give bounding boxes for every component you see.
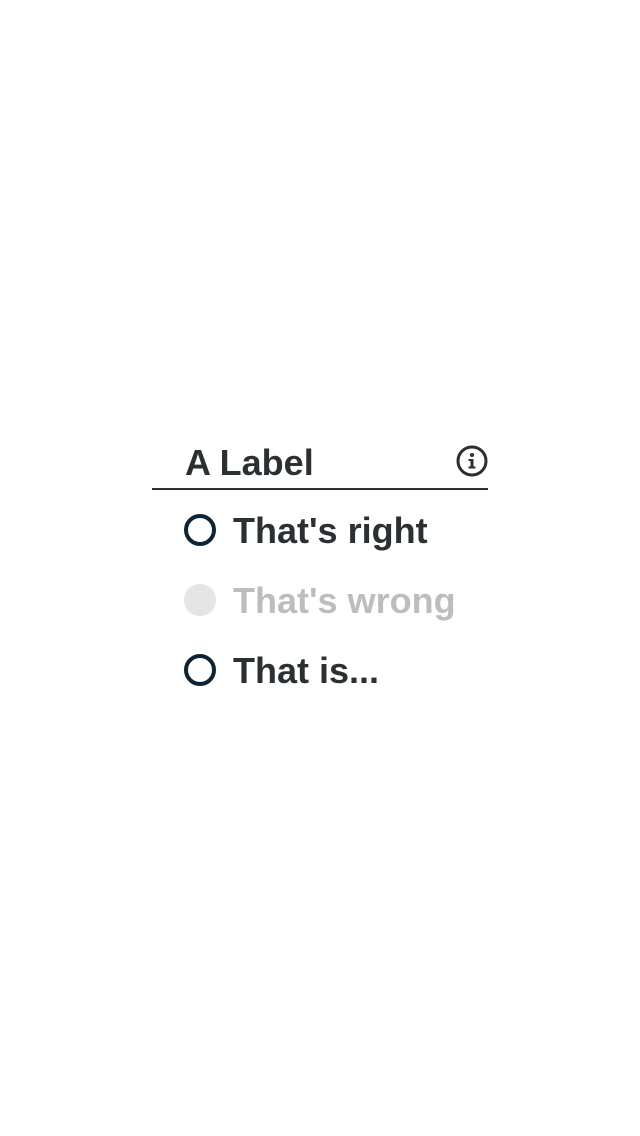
radio-button[interactable] (184, 514, 216, 546)
radio-button[interactable] (184, 654, 216, 686)
radio-option-thats-right[interactable]: That's right (152, 510, 488, 580)
radio-group-label: A Label (185, 442, 314, 483)
radio-option-label[interactable]: That is... (233, 650, 379, 692)
radio-group: A Label That's right That's wrong That i… (152, 440, 488, 720)
radio-button-disabled (184, 584, 216, 616)
radio-option-thats-wrong: That's wrong (152, 580, 488, 650)
radio-options: That's right That's wrong That is... (152, 510, 488, 720)
radio-option-that-is[interactable]: That is... (152, 650, 488, 720)
radio-group-header: A Label (152, 440, 488, 490)
radio-option-label-disabled: That's wrong (233, 580, 456, 621)
info-icon[interactable] (456, 445, 488, 477)
radio-option-label[interactable]: That's right (233, 510, 428, 552)
